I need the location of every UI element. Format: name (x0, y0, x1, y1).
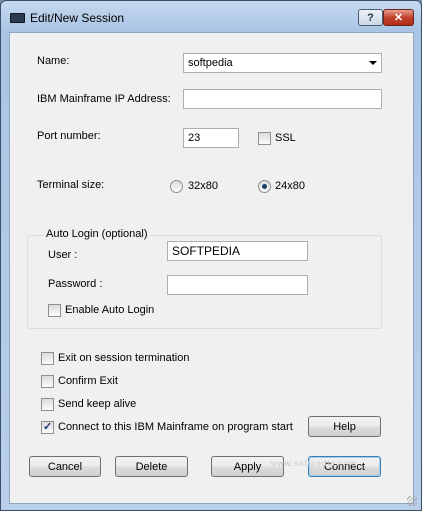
confirm-exit-checkbox[interactable] (41, 375, 54, 388)
connect-on-start-checkbox[interactable] (41, 420, 54, 434)
edit-session-window: Edit/New Session ? ✕ Name: softpedia IBM… (0, 0, 422, 511)
name-label: Name: (37, 55, 70, 67)
window-title: Edit/New Session (30, 11, 125, 25)
radio-24x80[interactable] (258, 180, 271, 193)
ssl-checkbox[interactable] (258, 132, 271, 145)
help-button[interactable]: Help (308, 416, 381, 437)
close-icon: ✕ (393, 12, 404, 24)
resize-grip[interactable] (407, 496, 417, 506)
exit-on-termination-label: Exit on session termination (58, 352, 190, 364)
radio-32x80[interactable] (170, 180, 183, 193)
cancel-button[interactable]: Cancel (29, 456, 101, 477)
title-bar[interactable]: Edit/New Session ? ✕ (1, 1, 421, 31)
name-value: softpedia (188, 57, 233, 69)
ip-address-label: IBM Mainframe IP Address: (37, 93, 171, 105)
send-keep-alive-label: Send keep alive (58, 398, 137, 410)
confirm-exit-label: Confirm Exit (58, 375, 118, 387)
radio-32x80-label: 32x80 (188, 180, 218, 192)
terminal-size-label: Terminal size: (37, 179, 105, 191)
watermark: www.softpedia.com (271, 459, 357, 468)
chevron-down-icon[interactable] (369, 61, 377, 65)
user-label: User : (48, 249, 78, 261)
app-icon (10, 13, 25, 23)
close-button[interactable]: ✕ (383, 9, 414, 26)
ip-address-input[interactable] (183, 89, 382, 109)
password-input[interactable] (167, 275, 308, 295)
radio-24x80-label: 24x80 (275, 180, 305, 192)
delete-button[interactable]: Delete (115, 456, 188, 477)
password-label: Password : (48, 278, 103, 290)
exit-on-termination-checkbox[interactable] (41, 352, 54, 365)
enable-auto-login-checkbox[interactable] (48, 304, 61, 317)
port-label: Port number: (37, 130, 101, 142)
enable-auto-login-label: Enable Auto Login (65, 304, 155, 316)
user-input[interactable]: SOFTPEDIA (167, 241, 308, 261)
auto-login-group-title: Auto Login (optional) (44, 228, 150, 240)
name-dropdown[interactable]: softpedia (183, 53, 382, 73)
port-input[interactable]: 23 (183, 128, 239, 148)
connect-on-start-label: Connect to this IBM Mainframe on program… (58, 421, 293, 433)
ssl-label: SSL (275, 132, 296, 144)
send-keep-alive-checkbox[interactable] (41, 398, 54, 411)
title-help-button[interactable]: ? (358, 9, 383, 26)
